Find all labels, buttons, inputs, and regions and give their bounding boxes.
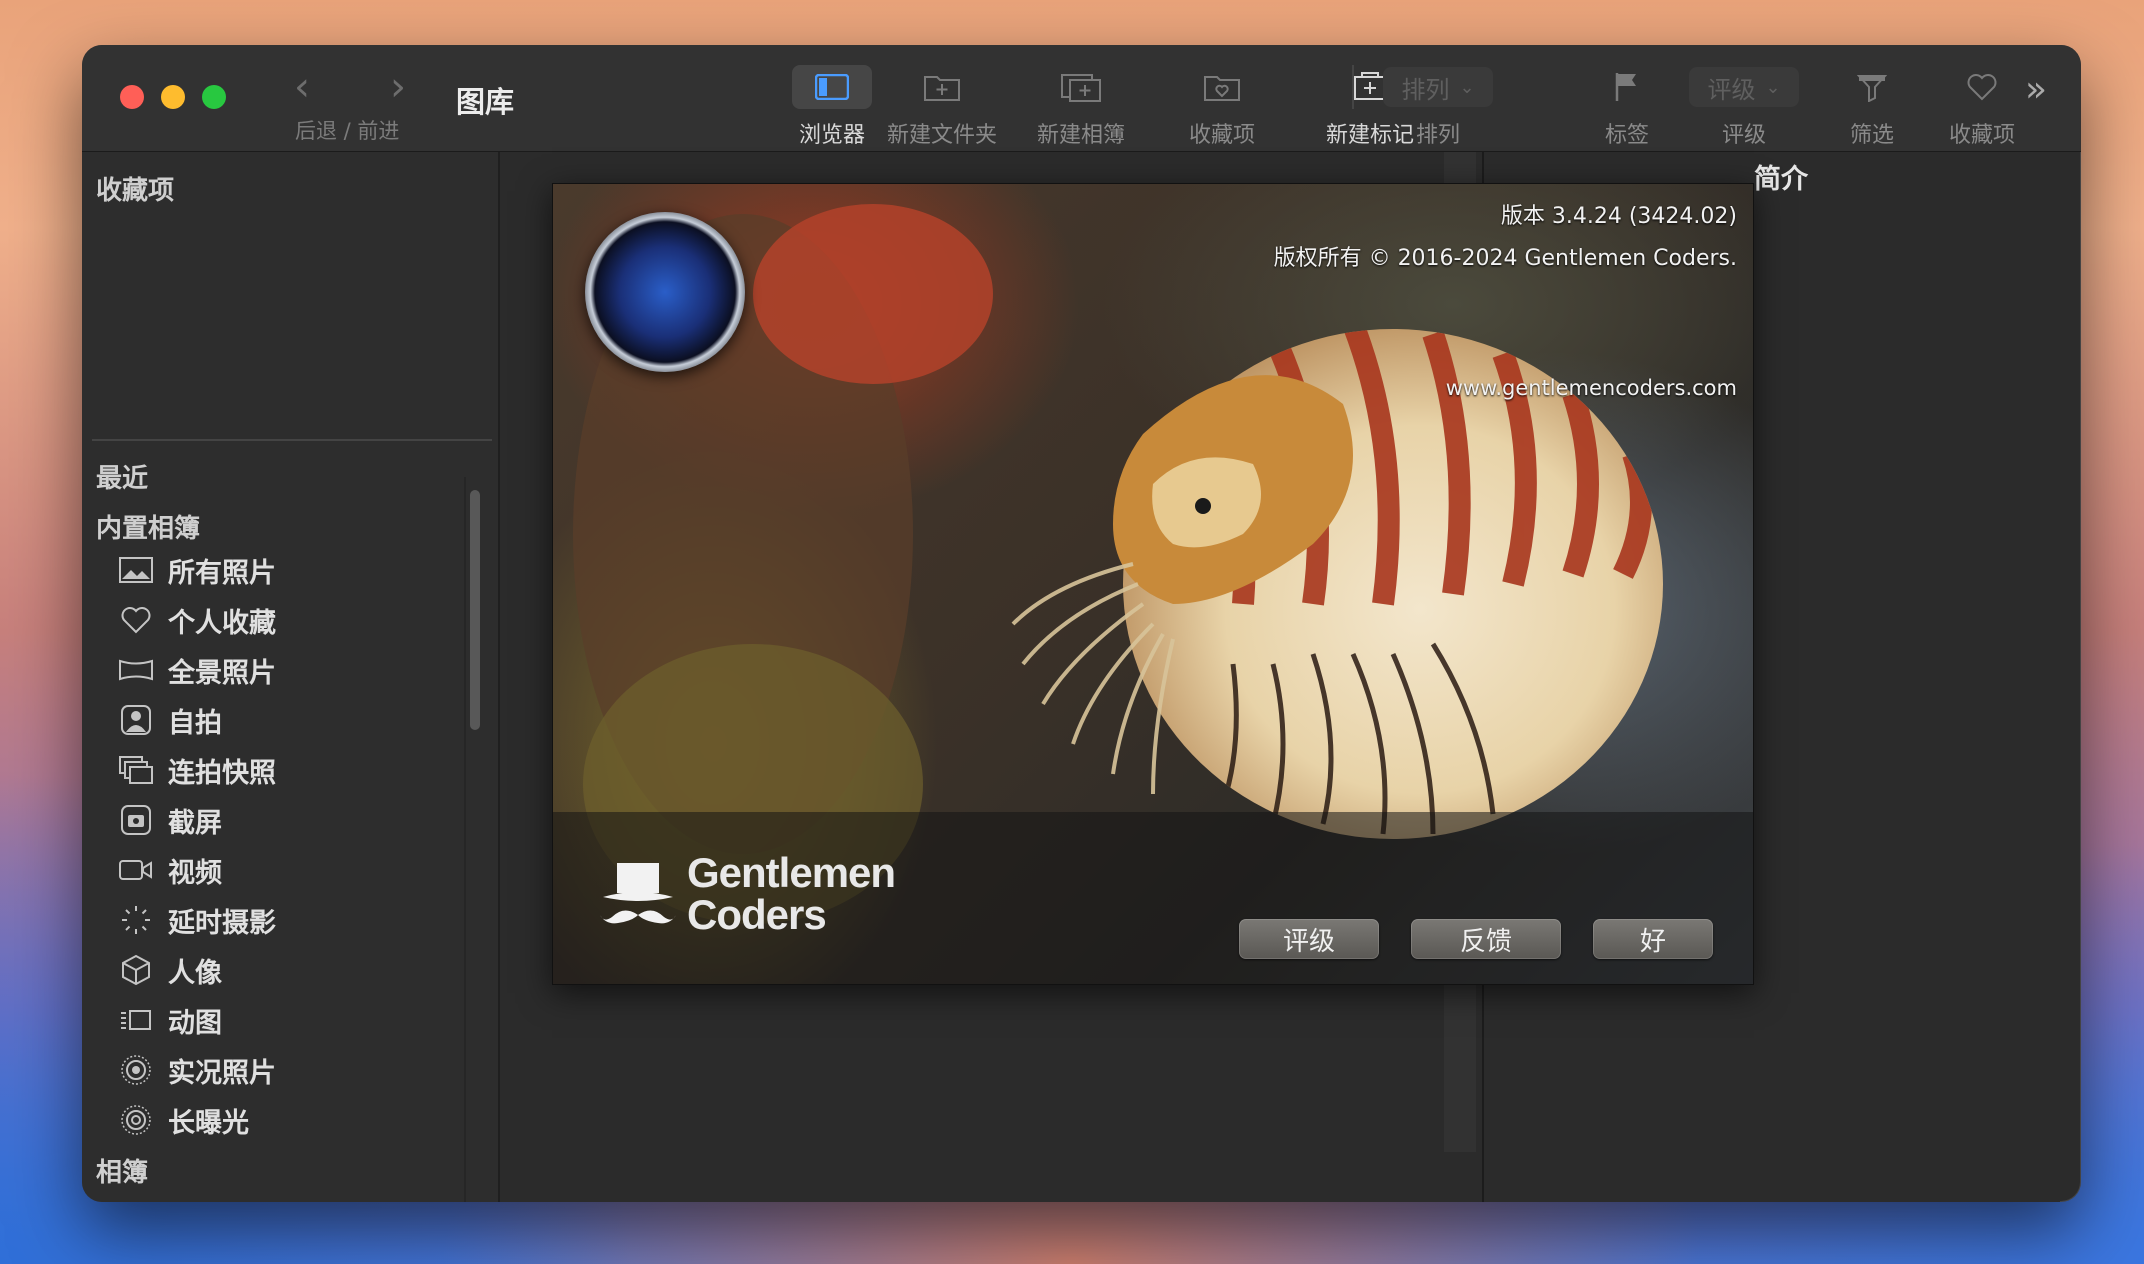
- sidebar-item-label: 长曝光: [168, 1107, 249, 1139]
- copyright-text: 版权所有 © 2016-2024 Gentlemen Coders.: [1273, 246, 1737, 271]
- rate-button[interactable]: 评级: [1239, 919, 1379, 959]
- sidebar-divider: [92, 439, 492, 441]
- rating-label: 评级: [1721, 123, 1766, 148]
- toolbar-overflow-chevron-icon[interactable]: »: [2025, 69, 2047, 110]
- sidebar-item-recent[interactable]: 最近: [96, 458, 148, 495]
- version-text: 版本 3.4.24 (3424.02): [1500, 204, 1737, 229]
- sort-popup[interactable]: 排列 ⌄: [1383, 67, 1493, 107]
- new-album-button[interactable]: 新建相簿: [1016, 65, 1146, 149]
- heart-icon: [1967, 74, 1997, 101]
- heart-icon: [118, 602, 154, 638]
- photos-icon: [118, 552, 154, 588]
- sidebar-item-long-exposure[interactable]: 长曝光: [118, 1098, 249, 1142]
- sidebar-item-label: 实况照片: [168, 1057, 276, 1089]
- sidebar-item-screenshots[interactable]: 截屏: [118, 798, 222, 842]
- panorama-icon: [118, 652, 154, 688]
- info-panel-title: 简介: [1754, 164, 1808, 195]
- gentlemen-coders-logo: Gentlemen Coders: [597, 849, 896, 938]
- rating-popup[interactable]: 评级 ⌄: [1689, 67, 1799, 107]
- albums-section-header: 相簿: [96, 1158, 149, 1188]
- minimize-window-button[interactable]: [161, 85, 185, 109]
- label-button[interactable]: 标签: [1582, 65, 1672, 149]
- ok-button[interactable]: 好: [1593, 919, 1713, 959]
- sort-popup-value: 排列: [1401, 75, 1450, 104]
- logo-line-2: Coders: [687, 891, 827, 938]
- live-photo-icon: [118, 1052, 154, 1088]
- sidebar-item-label: 视频: [168, 857, 222, 889]
- rating-popup-value: 评级: [1707, 75, 1756, 104]
- sidebar-item-favorites[interactable]: 个人收藏: [118, 598, 276, 642]
- sidebar-item-label: 连拍快照: [168, 757, 276, 789]
- sidebar-scroll-track: [464, 477, 466, 1202]
- long-exposure-icon: [118, 1102, 154, 1138]
- sidebar-item-label: 截屏: [168, 807, 222, 839]
- zoom-window-button[interactable]: [202, 85, 226, 109]
- app-logo-lens-icon: [585, 212, 745, 372]
- back-chevron-icon[interactable]: ‹: [294, 67, 310, 107]
- back-forward-label: 后退 / 前进: [295, 119, 400, 143]
- browser-layout-icon: [815, 74, 849, 100]
- sidebar-item-label: 延时摄影: [168, 907, 276, 939]
- sidebar-item-videos[interactable]: 视频: [118, 848, 222, 892]
- collect-button[interactable]: 收藏项: [1167, 65, 1277, 149]
- new-folder-label: 新建文件夹: [886, 123, 997, 148]
- favorites-section-header: 收藏项: [96, 176, 175, 206]
- sidebar-item-timelapse[interactable]: 延时摄影: [118, 898, 276, 942]
- sidebar-item-bursts[interactable]: 连拍快照: [118, 748, 276, 792]
- label-label: 标签: [1604, 123, 1649, 148]
- logo-line-1: Gentlemen: [687, 849, 896, 896]
- rating-control-visible[interactable]: 评级 ⌄ 评级: [1684, 65, 1804, 149]
- favorites-label: 收藏项: [1948, 123, 2015, 148]
- new-album-icon: [1061, 74, 1101, 102]
- toolbar-separator: [1352, 65, 1354, 109]
- sort-label: 排列: [1415, 123, 1460, 148]
- website-link[interactable]: www.gentlemencoders.com: [1446, 376, 1737, 400]
- app-window: ‹ › 后退 / 前进 图库 浏览器 新建文件夹 新建相簿 收藏项 新建标记 排…: [82, 45, 2081, 1202]
- flag-icon: [1615, 73, 1636, 101]
- filter-button[interactable]: 筛选: [1832, 65, 1912, 149]
- sidebar: 收藏项 最近 内置相簿 所有照片 个人收藏 全景照片 自拍 连拍快照 截屏 视频…: [82, 152, 500, 1202]
- toolbar: ‹ › 后退 / 前进 图库 浏览器 新建文件夹 新建相簿 收藏项 新建标记 排…: [82, 45, 2081, 152]
- sidebar-item-label: 所有照片: [168, 557, 276, 589]
- sidebar-item-portraits[interactable]: 人像: [118, 948, 222, 992]
- filter-funnel-icon: [1857, 75, 1887, 102]
- sidebar-item-all-photos[interactable]: 所有照片: [118, 548, 276, 592]
- new-folder-button[interactable]: 新建文件夹: [872, 65, 1012, 149]
- timelapse-icon: [118, 902, 154, 938]
- sidebar-item-label: 个人收藏: [168, 607, 276, 639]
- filter-label: 筛选: [1849, 123, 1894, 148]
- builtin-albums-header: 内置相簿: [96, 514, 201, 544]
- portrait-cube-icon: [118, 952, 154, 988]
- new-album-label: 新建相簿: [1036, 123, 1125, 148]
- sort-control[interactable]: 排列 ⌄ 排列: [1378, 65, 1498, 149]
- collect-label: 收藏项: [1188, 123, 1255, 148]
- video-icon: [118, 852, 154, 888]
- screenshot-icon: [118, 802, 154, 838]
- chevron-down-icon: ⌄: [1765, 76, 1781, 98]
- collect-folder-heart-icon: [1204, 76, 1240, 101]
- forward-chevron-icon[interactable]: ›: [390, 67, 406, 107]
- sidebar-item-selfies[interactable]: 自拍: [118, 698, 222, 742]
- sidebar-item-label: 动图: [168, 1007, 222, 1039]
- sidebar-item-label: 自拍: [168, 707, 222, 739]
- close-window-button[interactable]: [120, 85, 144, 109]
- sidebar-scrollbar[interactable]: [470, 490, 480, 730]
- window-title: 图库: [456, 85, 515, 119]
- burst-icon: [118, 752, 154, 788]
- chevron-down-icon: ⌄: [1459, 76, 1475, 98]
- sidebar-item-label: 人像: [168, 957, 222, 989]
- new-folder-icon: [924, 76, 960, 101]
- sidebar-item-live-photos[interactable]: 实况照片: [118, 1048, 276, 1092]
- top-hat-mustache-icon: [600, 863, 676, 924]
- about-dialog: 版本 3.4.24 (3424.02) 版权所有 © 2016-2024 Gen…: [552, 183, 1754, 985]
- sidebar-item-animated[interactable]: 动图: [118, 998, 222, 1042]
- sidebar-item-label: 全景照片: [168, 657, 276, 689]
- sidebar-item-panoramas[interactable]: 全景照片: [118, 648, 276, 692]
- feedback-button[interactable]: 反馈: [1411, 919, 1561, 959]
- selfie-icon: [118, 702, 154, 738]
- animated-icon: [118, 1002, 154, 1038]
